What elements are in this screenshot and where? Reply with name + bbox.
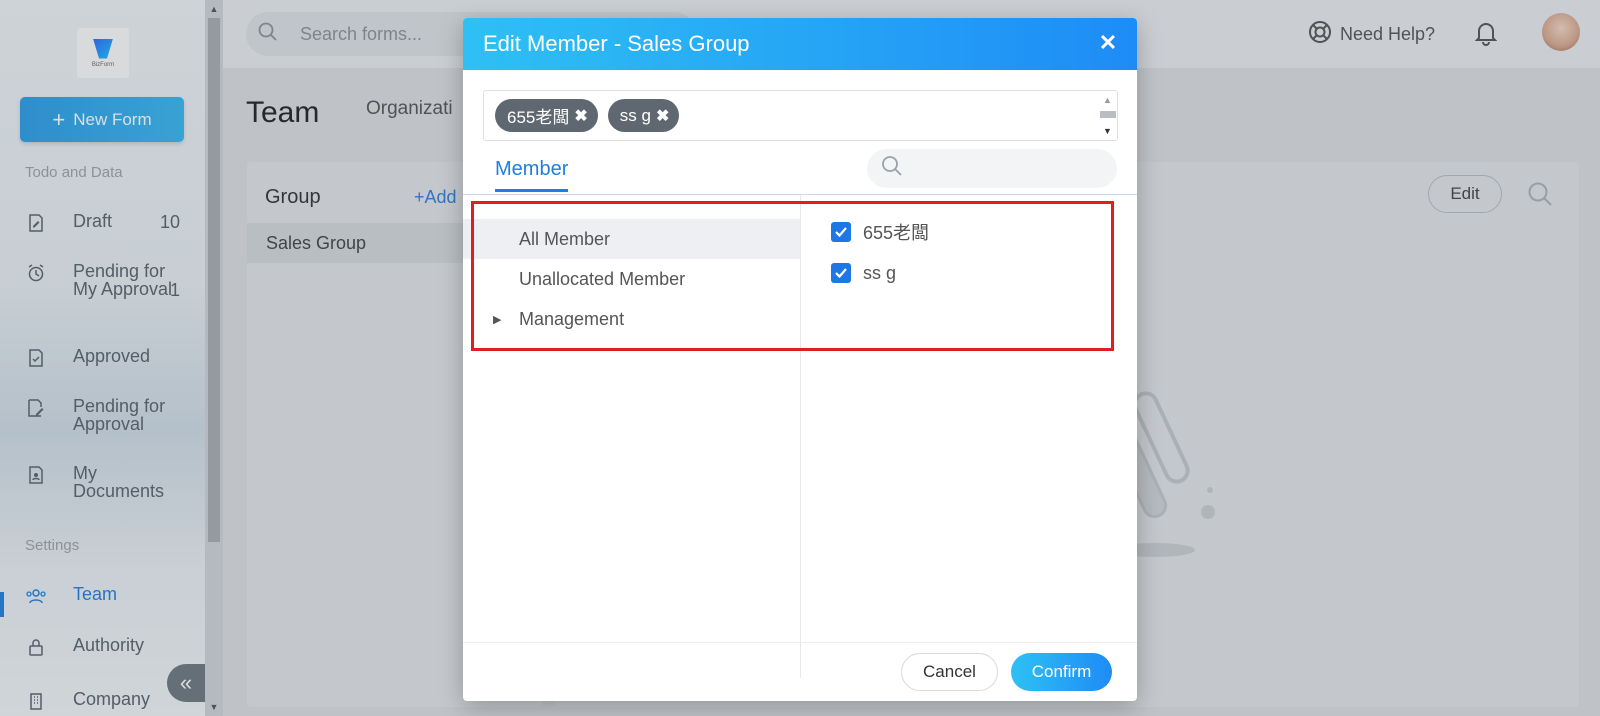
member-checkbox-row[interactable]: ss g	[831, 258, 896, 288]
dialog-title: Edit Member - Sales Group	[483, 31, 750, 56]
member-search-input[interactable]	[867, 149, 1117, 188]
remove-tag-icon[interactable]: ✖	[656, 106, 669, 126]
checkbox-checked[interactable]	[831, 263, 851, 283]
tree-item-unallocated-member[interactable]: Unallocated Member	[463, 259, 800, 299]
selected-member-tag: 655老闆 ✖	[495, 99, 598, 132]
scrollbar-thumb[interactable]	[1100, 111, 1116, 118]
close-icon[interactable]: ✕	[1097, 32, 1119, 54]
tag-label: ss g	[619, 105, 651, 125]
checkbox-checked[interactable]	[831, 222, 851, 242]
cancel-button[interactable]: Cancel	[901, 653, 998, 691]
column-divider	[800, 195, 801, 678]
tag-box-scrollbar[interactable]: ▲ ▼	[1099, 91, 1117, 140]
dialog-header: Edit Member - Sales Group ✕	[463, 18, 1137, 70]
tree-item-label: Management	[519, 308, 625, 329]
confirm-button[interactable]: Confirm	[1011, 653, 1112, 691]
caret-right-icon[interactable]: ▶	[493, 313, 501, 326]
remove-tag-icon[interactable]: ✖	[574, 106, 587, 126]
selected-member-tag: ss g ✖	[607, 99, 680, 132]
tree-item-label: All Member	[519, 228, 611, 249]
member-label: ss g	[863, 262, 897, 283]
tab-member[interactable]: Member	[495, 158, 569, 192]
search-icon	[881, 155, 903, 182]
member-checkbox-row[interactable]: 655老闆	[831, 217, 929, 247]
edit-member-dialog: Edit Member - Sales Group ✕ 655老闆 ✖ ss g…	[463, 18, 1137, 701]
tree-item-label: Unallocated Member	[519, 268, 686, 289]
tree-item-management[interactable]: ▶ Management	[463, 299, 800, 339]
selected-members-box[interactable]: 655老闆 ✖ ss g ✖ ▲ ▼	[483, 90, 1118, 141]
footer-divider	[463, 642, 1137, 643]
tree-item-all-member[interactable]: All Member	[463, 219, 800, 259]
tag-label: 655老闆	[507, 108, 570, 127]
scroll-up-arrow-icon[interactable]: ▲	[1103, 95, 1112, 105]
scroll-down-arrow-icon[interactable]: ▼	[1103, 126, 1112, 136]
member-label: 655老闆	[863, 223, 930, 243]
